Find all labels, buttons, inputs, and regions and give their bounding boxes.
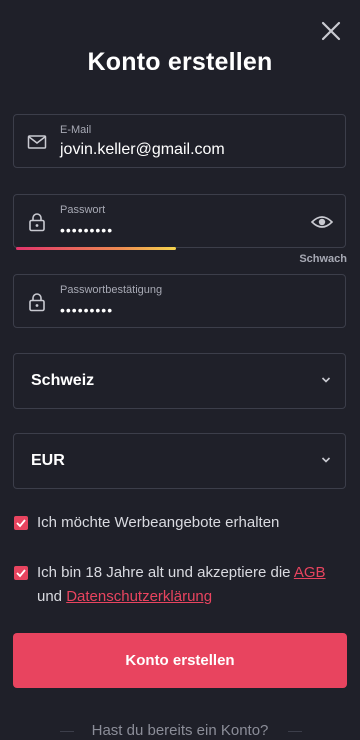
offers-checkbox[interactable] xyxy=(14,516,28,530)
terms-text-before: Ich bin 18 Jahre alt und akzeptiere die xyxy=(37,564,294,581)
password-field[interactable]: Passwort ••••••••• xyxy=(13,194,346,248)
email-field[interactable]: E-Mail jovin.keller@gmail.com xyxy=(13,114,346,168)
password-confirm-label: Passwortbestätigung xyxy=(60,284,163,296)
currency-value: EUR xyxy=(31,452,65,469)
password-label: Passwort xyxy=(60,204,106,216)
country-select[interactable]: Schweiz xyxy=(13,353,346,409)
create-account-button[interactable]: Konto erstellen xyxy=(13,633,347,688)
terms-checkbox-row[interactable]: Ich bin 18 Jahre alt und akzeptiere die … xyxy=(14,561,344,611)
offers-checkbox-row[interactable]: Ich möchte Werbeangebote erhalten xyxy=(14,511,344,535)
agb-link[interactable]: AGB xyxy=(294,564,326,581)
lock-icon xyxy=(29,213,45,232)
page-title: Konto erstellen xyxy=(87,48,273,76)
privacy-link[interactable]: Datenschutzerklärung xyxy=(66,588,212,605)
password-confirm-value[interactable]: ••••••••• xyxy=(60,302,113,318)
country-value: Schweiz xyxy=(31,372,95,389)
close-icon[interactable] xyxy=(320,20,342,42)
eye-icon[interactable] xyxy=(311,213,333,231)
offers-checkbox-label: Ich möchte Werbeangebote erhalten xyxy=(37,514,280,531)
terms-checkbox[interactable] xyxy=(14,566,28,580)
login-hint[interactable]: Hast du bereits ein Konto? xyxy=(0,722,360,739)
terms-checkbox-label: Ich bin 18 Jahre alt und akzeptiere die … xyxy=(37,561,342,609)
terms-text-middle: und xyxy=(37,588,67,605)
password-strength-bar xyxy=(16,247,176,250)
password-confirm-field[interactable]: Passwortbestätigung ••••••••• xyxy=(13,274,346,328)
currency-select[interactable]: EUR xyxy=(13,433,346,489)
lock-icon xyxy=(29,293,45,312)
chevron-down-icon xyxy=(321,457,331,463)
mail-icon xyxy=(27,135,47,149)
password-strength-label: Schwach xyxy=(299,253,347,265)
email-value[interactable]: jovin.keller@gmail.com xyxy=(60,141,225,159)
chevron-down-icon xyxy=(321,377,331,383)
password-value[interactable]: ••••••••• xyxy=(60,222,113,238)
email-label: E-Mail xyxy=(60,124,92,136)
